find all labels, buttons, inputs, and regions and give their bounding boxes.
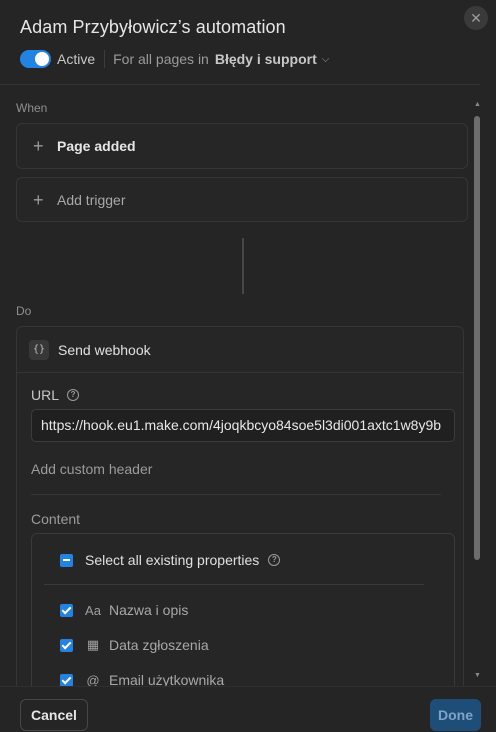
do-section-label: Do [16, 304, 32, 318]
close-icon: ✕ [470, 10, 482, 26]
select-all-label: Select all existing properties [85, 552, 260, 568]
webhook-title: Send webhook [58, 341, 151, 358]
dialog-scrollbar[interactable] [474, 116, 480, 560]
active-label: Active [57, 51, 96, 67]
trigger-label: Page added [57, 138, 136, 154]
close-button[interactable]: ✕ [464, 6, 488, 30]
property-checkbox[interactable] [60, 603, 73, 617]
webhook-action-card: {} Send webhook URL ? https://hook.eu1.m… [16, 326, 464, 726]
status-divider [104, 50, 106, 68]
plus-icon: + [33, 136, 44, 156]
property-row[interactable]: Aa Nazwa i opis [60, 602, 188, 618]
active-toggle[interactable] [20, 50, 51, 68]
help-icon[interactable]: ? [67, 389, 80, 401]
scope-dropdown[interactable]: Błędy i support [215, 51, 317, 67]
properties-divider [44, 584, 424, 585]
property-row[interactable]: ▦ Data zgłoszenia [60, 637, 209, 653]
plus-icon: + [33, 189, 44, 210]
url-input[interactable]: https://hook.eu1.make.com/4joqkbcyo84soe… [31, 409, 455, 442]
add-custom-header-link[interactable]: Add custom header [31, 461, 152, 477]
content-label: Content [31, 511, 81, 527]
when-section-label: When [16, 101, 48, 115]
help-icon[interactable]: ? [268, 554, 281, 566]
trigger-page-added[interactable]: + Page added [16, 123, 468, 169]
automation-dialog: Adam Przybyłowicz’s automation ✕ Active … [0, 0, 496, 732]
calendar-icon: ▦ [86, 637, 100, 652]
braces-icon: {} [29, 339, 49, 360]
scroll-up-arrow[interactable]: ▲ [474, 101, 481, 108]
url-label: URL ? [31, 387, 80, 403]
add-trigger-button[interactable]: + Add trigger [16, 177, 468, 222]
toggle-knob [35, 52, 49, 66]
dialog-title: Adam Przybyłowicz’s automation [20, 17, 286, 37]
property-checkbox[interactable] [60, 673, 73, 687]
content-divider [31, 494, 441, 495]
select-all-checkbox[interactable] [60, 553, 73, 567]
status-row: Active For all pages in Błędy i support … [20, 49, 329, 69]
webhook-header[interactable]: {} Send webhook [17, 327, 463, 373]
url-label-text: URL [31, 387, 60, 403]
done-button[interactable]: Done [430, 699, 481, 731]
flow-connector [242, 238, 244, 294]
scope-label: For all pages in [113, 51, 209, 67]
header-divider [0, 84, 480, 85]
dialog-footer: Cancel Done [0, 686, 496, 732]
cancel-button[interactable]: Cancel [20, 699, 88, 731]
scroll-down-arrow[interactable]: ▼ [474, 672, 481, 679]
property-checkbox[interactable] [60, 638, 73, 652]
chevron-down-icon[interactable]: ⌵ [322, 54, 330, 65]
property-name: Data zgłoszenia [109, 637, 209, 653]
select-all-row[interactable]: Select all existing properties ? [60, 552, 281, 568]
property-name: Nazwa i opis [109, 602, 189, 618]
text-icon: Aa [85, 602, 101, 618]
add-trigger-label: Add trigger [57, 191, 126, 208]
